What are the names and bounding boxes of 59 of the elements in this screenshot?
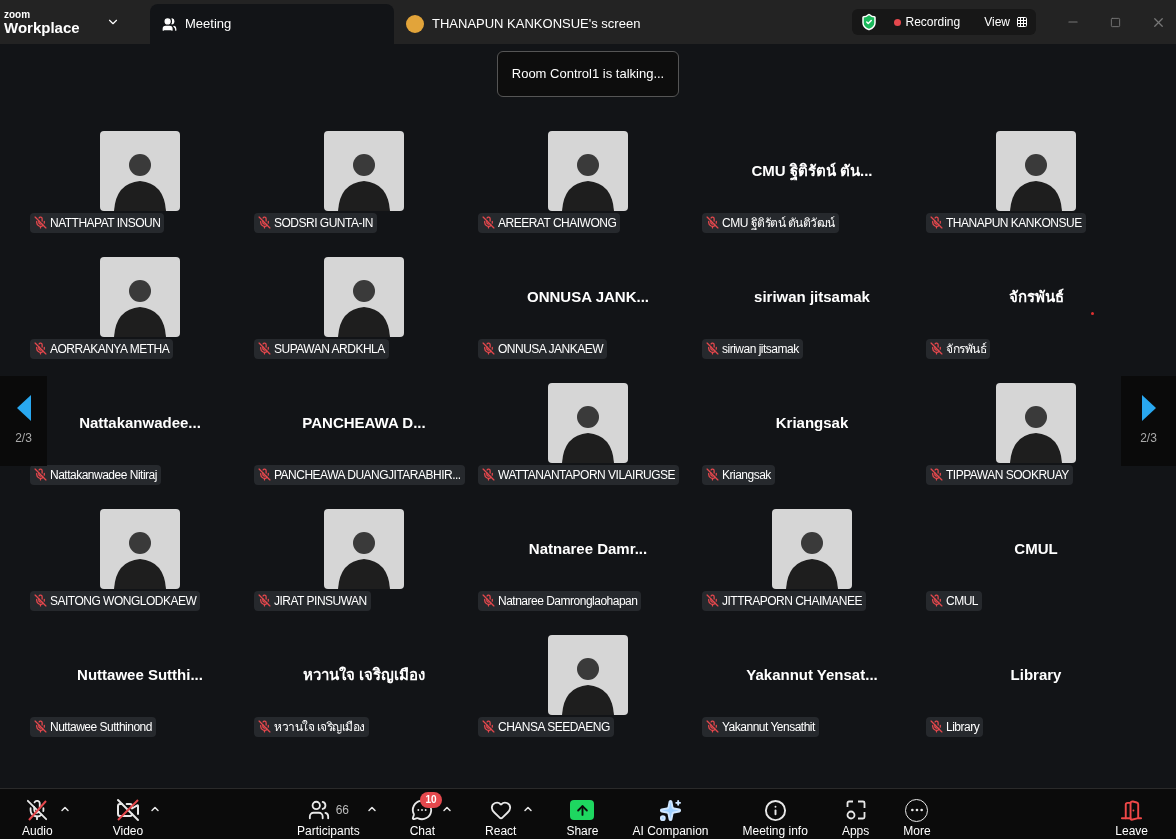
participant-name: Kriangsak <box>775 412 849 433</box>
tab[interactable]: Meeting <box>150 4 394 44</box>
name-tag: THANAPUN KANKONSUE <box>926 212 1086 233</box>
brand-name: Workplace <box>4 19 80 35</box>
brand-logo: zoom <box>4 9 32 20</box>
talking-banner: Room Control1 is talking... <box>496 51 680 97</box>
name-tag: หวานใจ เจริญเมือง <box>254 716 369 737</box>
name-tag: Nuttawee Sutthinond <box>30 716 156 737</box>
react-button[interactable]: React <box>483 789 519 839</box>
name-tag: ONNUSA JANKAEW <box>478 338 608 359</box>
video-button[interactable]: Video <box>110 789 146 839</box>
participant-name: PANCHEAWA D... <box>302 412 426 433</box>
name-tag: CMU ฐิติรัตน์ ตันติวัฒน์ <box>702 212 839 233</box>
audio-button[interactable]: Audio <box>20 789 55 839</box>
leave-button[interactable]: Leave <box>1113 789 1150 839</box>
participant-name: หวานใจ เจริญเมือง <box>302 664 426 686</box>
name-tag: Nattakanwadee Nitiraj <box>30 464 161 485</box>
ai-companion-button[interactable]: AI Companion <box>630 789 711 839</box>
previous-page-button[interactable]: 2/3 <box>0 376 47 466</box>
unread-badge: 10 <box>420 792 442 808</box>
view-button[interactable]: View <box>984 13 1028 31</box>
name-tag: AORRAKANYA METHA <box>30 338 174 359</box>
name-tag: AREERAT CHAIWONG <box>478 212 621 233</box>
name-tag: CHANSA SEEDAENG <box>478 716 614 737</box>
name-tag: Yakannut Yensathit <box>702 716 819 737</box>
more-button[interactable]: More <box>901 789 933 839</box>
apps-button[interactable]: Apps <box>839 789 872 839</box>
name-tag: JIRAT PINSUWAN <box>254 590 371 611</box>
participant-name: siriwan jitsamak <box>754 286 870 307</box>
name-tag: WATTANANTAPORN VILAIRUGSE <box>478 464 680 485</box>
participant-name: CMUL <box>1014 538 1058 559</box>
name-tag: Library <box>926 716 984 737</box>
participant-name: Natnaree Damr... <box>528 538 648 559</box>
name-tag: Kriangsak <box>702 464 775 485</box>
name-tag: SUPAWAN ARDKHLA <box>254 338 389 359</box>
participant-name: Yakannut Yensat... <box>746 664 878 685</box>
name-tag: siriwan jitsamak <box>702 338 803 359</box>
participant-name: CMU ฐิติรัตน์ ตัน... <box>751 160 873 183</box>
tab[interactable]: THANAPUN KANKONSUE's screen <box>394 4 638 44</box>
participant-name: จักรพันธ์ <box>1008 286 1064 307</box>
name-tag: จักรพันธ์ <box>926 338 990 359</box>
participant-name: Nattakanwadee... <box>79 412 201 433</box>
participant-name: Nuttawee Sutthi... <box>77 664 203 685</box>
participant-count: 66 <box>335 802 350 819</box>
name-tag: NATTHAPAT INSOUN <box>30 212 165 233</box>
recording-indicator[interactable]: Recording <box>893 13 961 31</box>
name-tag: PANCHEAWA DUANGJITARABHIR... <box>254 464 465 485</box>
name-tag: TIPPAWAN SOOKRUAY <box>926 464 1073 485</box>
name-tag: JITTRAPORN CHAIMANEE <box>702 590 866 611</box>
meeting-info-button[interactable]: Meeting info <box>740 789 810 839</box>
participant-name: ONNUSA JANK... <box>527 286 649 307</box>
name-tag: SODSRI GUNTA-IN <box>254 212 377 233</box>
name-tag: SAITONG WONGLODKAEW <box>30 590 201 611</box>
participants-button[interactable]: 66 Participants <box>295 789 362 839</box>
participant-name: Library <box>1010 664 1062 685</box>
name-tag: CMUL <box>926 590 982 611</box>
share-button[interactable]: Share <box>564 789 601 839</box>
name-tag: Natnaree Damronglaohapan <box>478 590 642 611</box>
next-page-button[interactable]: 2/3 <box>1121 376 1176 466</box>
